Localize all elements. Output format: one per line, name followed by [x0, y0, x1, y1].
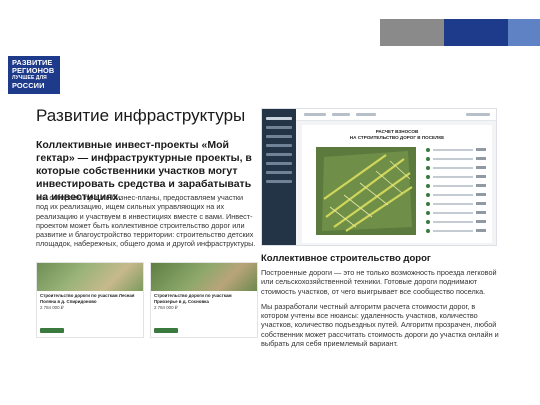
project-card-title: Строительство дороги по участкам Лесная …	[40, 293, 135, 304]
app-panel-title-line-2: НА СТРОИТЕЛЬСТВО ДОРОГ В ПОСЕЛКЕ	[349, 134, 445, 140]
project-card-price: 2 784 000 ₽	[154, 305, 178, 311]
section-paragraph-1: Построенные дороги — это не только возмо…	[261, 268, 497, 296]
app-sidebar	[262, 109, 296, 245]
project-card[interactable]: Строительство дороги по участкам Приозер…	[150, 262, 258, 338]
body-paragraph: Мы отбираем лучшие бизнес-планы, предост…	[36, 193, 256, 249]
app-main-panel: РАСЧЕТ ВЗНОСОВ НА СТРОИТЕЛЬСТВО ДОРОГ В …	[302, 125, 492, 243]
top-bar	[0, 0, 540, 50]
logo: РАЗВИТИЕ РЕГИОНОВ ЛУЧШЕЕ ДЛЯ РОССИИ	[8, 56, 60, 94]
section-body: Построенные дороги — это не только возмо…	[261, 268, 501, 354]
app-panel-title: РАСЧЕТ ВЗНОСОВ НА СТРОИТЕЛЬСТВО ДОРОГ В …	[302, 129, 492, 140]
cost-table	[426, 147, 486, 237]
section-paragraph-2: Мы разработали честный алгоритм расчета …	[261, 301, 499, 349]
decor-stripe-blue	[444, 19, 508, 46]
project-card-price: 2 784 000 ₽	[40, 305, 64, 311]
project-card-button[interactable]	[40, 328, 64, 333]
logo-line-4: РОССИИ	[12, 81, 45, 91]
project-card[interactable]: Строительство дороги по участкам Лесная …	[36, 262, 144, 338]
decor-stripe-gray	[380, 19, 444, 46]
project-card-image	[151, 263, 257, 291]
project-card-image	[37, 263, 143, 291]
logo-line-2: РЕГИОНОВ	[12, 66, 55, 76]
decor-stripe-lightblue	[508, 19, 540, 46]
section-subtitle: Коллективное строительство дорог	[261, 253, 431, 264]
page-title: Развитие инфраструктуры	[36, 106, 246, 125]
parcel-map	[316, 147, 416, 235]
app-screenshot: РАСЧЕТ ВЗНОСОВ НА СТРОИТЕЛЬСТВО ДОРОГ В …	[261, 108, 497, 246]
project-card-title: Строительство дороги по участкам Приозер…	[154, 293, 232, 304]
app-header	[296, 109, 496, 121]
project-cards: Строительство дороги по участкам Лесная …	[36, 262, 258, 338]
project-card-button[interactable]	[154, 328, 178, 333]
